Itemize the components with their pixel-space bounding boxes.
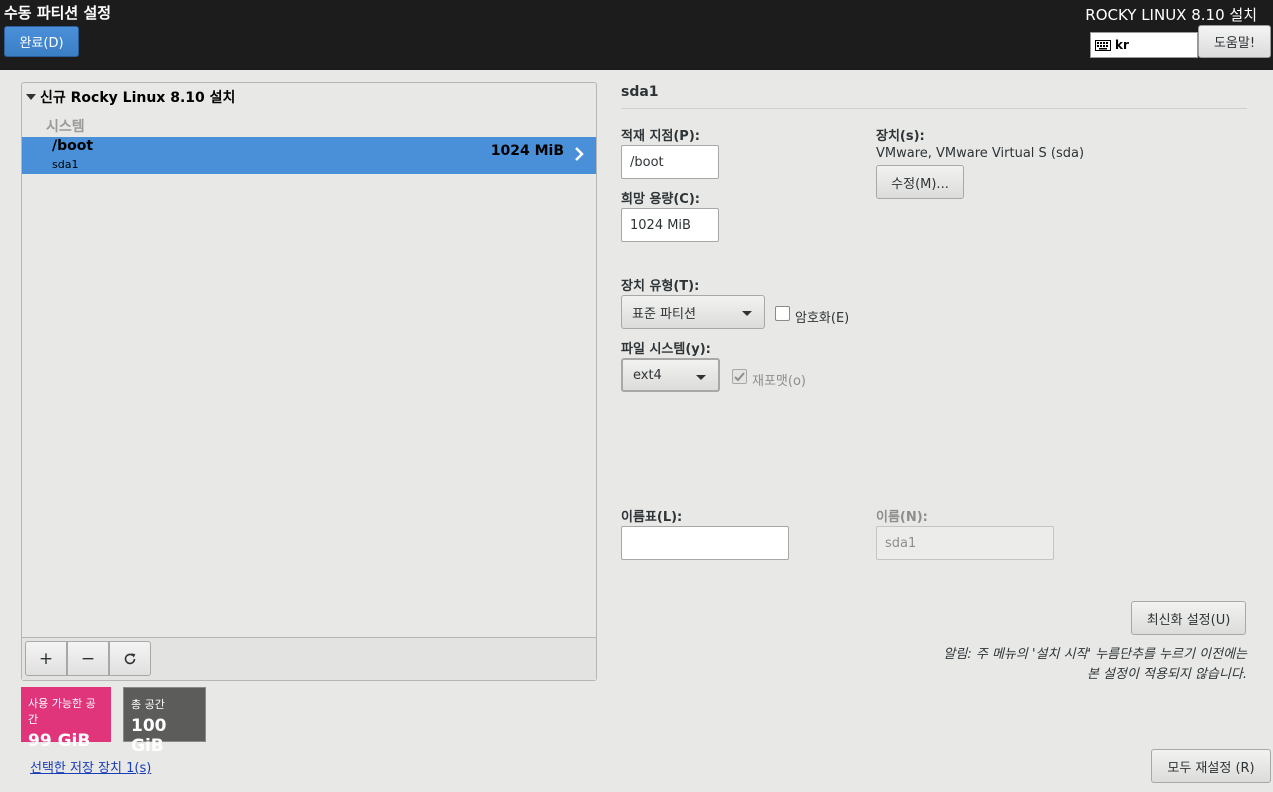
available-space-box: 사용 가능한 공간 99 GiB [21,687,111,751]
available-space-value: 99 GiB [28,731,91,751]
device-type-label: 장치 유형(T): [621,279,700,294]
update-settings-button[interactable]: 최신화 설정(U) [1131,601,1246,635]
mount-point-label: 적재 지점(P): [621,129,700,144]
detail-separator [621,108,1247,109]
reset-all-button[interactable]: 모두 재설정 (R) [1151,749,1271,783]
refresh-button[interactable] [109,641,151,676]
partition-row-boot[interactable]: /boot sda1 1024 MiB [22,137,596,174]
partition-mount-point: /boot [52,138,94,154]
install-group-header[interactable]: 신규 Rocky Linux 8.10 설치 [26,87,235,107]
device-value: VMware, VMware Virtual S (sda) [876,146,1085,161]
total-space-label: 총 공간 [131,698,165,711]
add-partition-button[interactable]: + [25,641,67,676]
reformat-checkbox[interactable] [732,369,747,384]
device-type-value: 표준 파티션 [632,306,696,322]
device-type-combo[interactable]: 표준 파티션 [621,295,765,329]
total-space-value: 100 GiB [131,716,167,756]
notice-line-1: 알림: 주 메뉴의 '설치 시작' 누름단추를 누르기 이전에는 [943,647,1247,662]
partition-toolbar: + − [22,637,596,680]
label-field-label: 이름표(L): [621,510,683,525]
partition-list-panel: 신규 Rocky Linux 8.10 설치 시스템 /boot sda1 10… [21,82,597,681]
name-field-label: 이름(N): [876,510,928,525]
partition-device: sda1 [52,158,79,171]
filesystem-label: 파일 시스템(y): [621,342,711,357]
refresh-icon [124,652,136,664]
dropdown-caret-icon [696,375,706,380]
encrypt-label: 암호화(E) [795,311,850,326]
detail-title: sda1 [621,84,659,100]
keyboard-icon [1095,39,1111,51]
available-space-label: 사용 가능한 공간 [28,697,96,726]
section-label-system: 시스템 [46,119,85,135]
install-group-label: 신규 Rocky Linux 8.10 설치 [40,90,236,106]
expander-triangle-icon[interactable] [26,94,36,100]
capacity-input[interactable]: 1024 MiB [621,208,719,242]
partition-size: 1024 MiB [490,143,564,159]
mount-point-input[interactable]: /boot [621,145,719,179]
name-input: sda1 [876,526,1054,560]
chevron-right-icon [575,147,584,161]
label-input[interactable] [621,526,789,560]
reformat-label: 재포맷(o) [752,374,806,389]
total-space-box: 총 공간 100 GiB [123,687,206,756]
device-label: 장치(s): [876,129,925,144]
done-button[interactable]: 완료(D) [4,26,79,57]
keyboard-layout-indicator[interactable]: kr [1090,32,1198,58]
capacity-label: 희망 용량(C): [621,192,700,207]
header-bar: 수동 파티션 설정 완료(D) ROCKY LINUX 8.10 설치 kr 도… [0,0,1273,70]
product-title: ROCKY LINUX 8.10 설치 [1085,6,1257,24]
help-button[interactable]: 도움말! [1198,25,1271,58]
dropdown-caret-icon [742,311,752,316]
filesystem-combo[interactable]: ext4 [621,358,720,392]
modify-device-button[interactable]: 수정(M)... [876,165,964,199]
encrypt-checkbox[interactable] [775,306,790,321]
page-title: 수동 파티션 설정 [4,4,112,22]
selected-storage-link[interactable]: 선택한 저장 장치 1(s) [30,757,151,776]
notice-line-2: 본 설정이 적용되지 않습니다. [1086,667,1247,682]
keyboard-layout-label: kr [1115,38,1129,52]
checkmark-icon [734,372,745,382]
remove-partition-button[interactable]: − [67,641,109,676]
filesystem-value: ext4 [633,367,662,383]
